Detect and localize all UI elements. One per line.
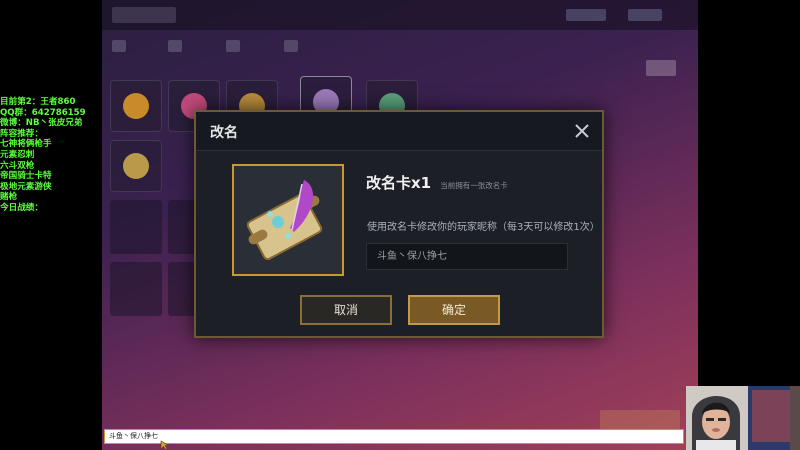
nav-icon-4[interactable] — [284, 40, 298, 52]
game-topbar — [102, 0, 698, 30]
confirm-button[interactable]: 确定 — [408, 295, 500, 325]
card-description: 使用改名卡修改你的玩家昵称（每3天可以修改1次） — [367, 222, 600, 233]
topbar-currency-2 — [628, 9, 662, 21]
scroll-quill-icon — [246, 180, 323, 261]
overlay-line: 极地元素游侠 — [0, 181, 52, 192]
overlay-line: 今日战绩： — [0, 202, 43, 213]
topbar-currency — [566, 9, 606, 21]
card-name-row: 改名卡x1 当前拥有一张改名卡 — [366, 172, 508, 193]
nav-icon-1[interactable] — [112, 40, 126, 52]
side-button[interactable] — [646, 60, 676, 76]
dialog-header: 改名 — [196, 112, 602, 151]
card-name: 改名卡x1 — [366, 174, 432, 192]
inventory-slot — [110, 200, 162, 254]
inventory-item[interactable] — [110, 80, 162, 132]
card-owned-text: 当前拥有一张改名卡 — [440, 181, 508, 190]
close-icon[interactable] — [572, 121, 592, 141]
streamer-webcam-image — [686, 386, 800, 450]
overlay-line: 阵容推荐： — [0, 128, 43, 139]
overlay-line: 微博：NB丶张皮兄弟 — [0, 118, 83, 129]
overlay-line: 赌枪 — [0, 192, 18, 203]
rename-dialog: 改名 改名卡x1 当前拥有一张改名卡 使用改名卡修改你的玩家昵称（每3天可以修改… — [194, 110, 604, 338]
overlay-line: 目前第2：王者860 — [0, 97, 76, 107]
mouse-cursor-icon — [160, 440, 170, 450]
chat-input-bar[interactable]: 斗鱼丶保八挣七 — [104, 429, 684, 444]
dialog-title: 改名 — [210, 125, 238, 141]
overlay-line: QQ群：642786159 — [0, 107, 86, 118]
inventory-item[interactable] — [110, 140, 162, 192]
rename-card-image — [232, 164, 344, 276]
inventory-slot — [110, 262, 162, 316]
overlay-line: 六斗双枪 — [0, 160, 35, 171]
webcam-overlay — [686, 386, 800, 450]
overlay-line: 元素忍刺 — [0, 149, 35, 160]
nav-icon-2[interactable] — [168, 40, 182, 52]
stream-overlay: 目前第2：王者860 QQ群：642786159 微博：NB丶张皮兄弟 阵容推荐… — [0, 97, 104, 214]
cancel-button[interactable]: 取消 — [300, 295, 392, 325]
overlay-line: 七神将俩枪手 — [0, 139, 52, 150]
nickname-input[interactable]: 斗鱼丶保八挣七 — [366, 243, 568, 270]
topbar-back-button[interactable] — [112, 7, 176, 23]
nav-icon-3[interactable] — [226, 40, 240, 52]
overlay-line: 帝国骑士卡特 — [0, 171, 52, 182]
